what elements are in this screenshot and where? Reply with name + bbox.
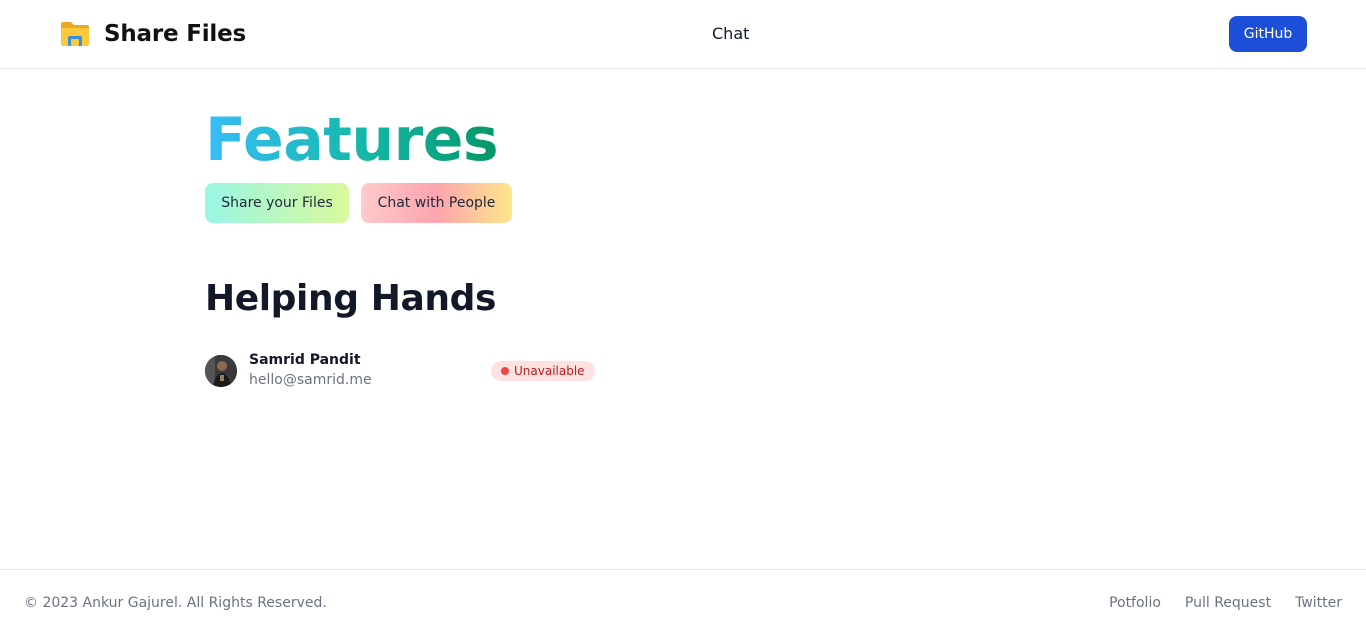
brand-link[interactable]: Share Files — [60, 19, 246, 49]
helper-list-item: Samrid Pandit hello@samrid.me Unavailabl… — [205, 350, 595, 392]
nav-chat-link[interactable]: Chat — [712, 24, 749, 43]
copyright-text: © 2023 Ankur Gajurel. All Rights Reserve… — [24, 595, 327, 611]
helper-email: hello@samrid.me — [249, 372, 372, 388]
status-dot-icon — [501, 367, 509, 375]
footer-link-portfolio[interactable]: Potfolio — [1109, 595, 1161, 611]
share-files-button[interactable]: Share your Files — [205, 183, 349, 223]
page: Share Files Chat GitHub Features Share y… — [0, 0, 1366, 638]
github-button[interactable]: GitHub — [1229, 16, 1307, 52]
status-badge: Unavailable — [491, 361, 595, 381]
folder-icon — [61, 22, 89, 46]
features-title: Features — [205, 105, 499, 175]
helping-hands-title: Helping Hands — [205, 278, 496, 319]
chat-with-people-button[interactable]: Chat with People — [361, 183, 512, 223]
site-footer: © 2023 Ankur Gajurel. All Rights Reserve… — [0, 569, 1366, 638]
footer-links: Potfolio Pull Request Twitter — [1109, 595, 1342, 611]
footer-link-pull-request[interactable]: Pull Request — [1185, 595, 1271, 611]
status-text: Unavailable — [514, 364, 585, 378]
site-header: Share Files Chat GitHub — [0, 0, 1366, 69]
brand-title: Share Files — [104, 21, 246, 47]
avatar — [205, 355, 237, 387]
helper-name: Samrid Pandit — [249, 352, 361, 368]
footer-link-twitter[interactable]: Twitter — [1295, 595, 1342, 611]
